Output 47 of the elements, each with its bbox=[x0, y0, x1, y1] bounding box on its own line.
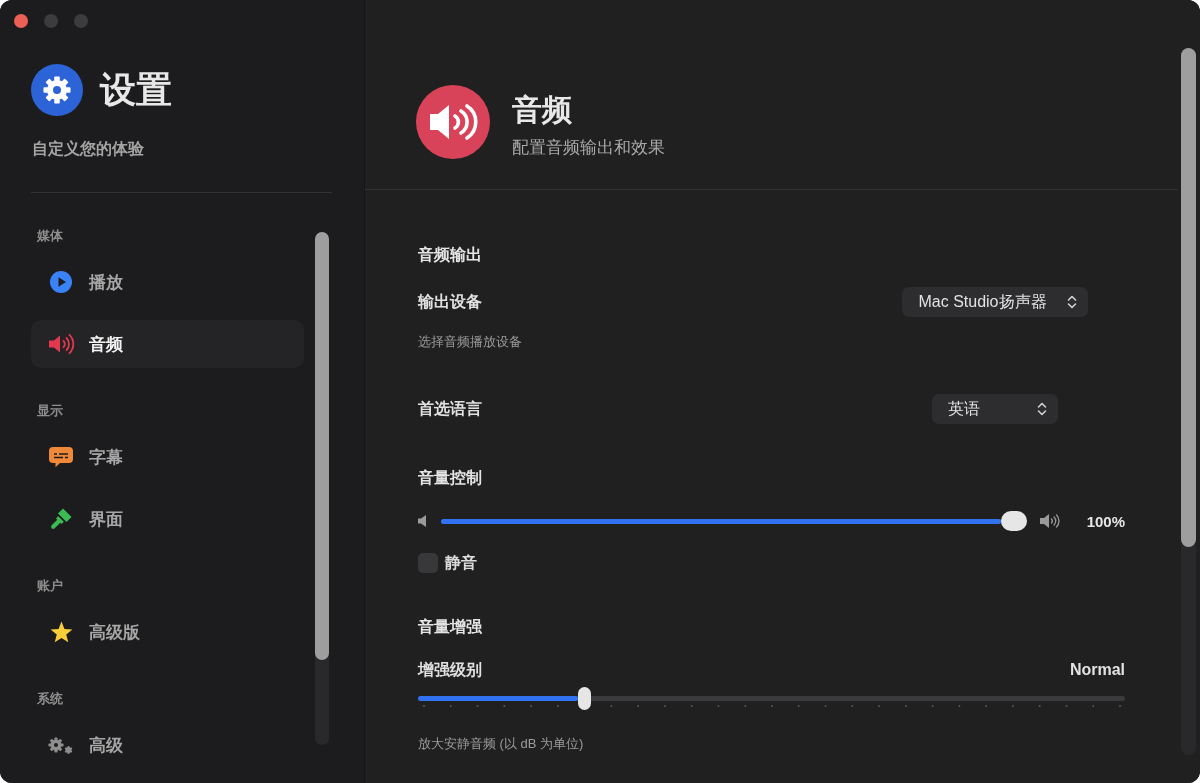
setting-label: 增强级别 bbox=[418, 660, 482, 680]
speaker-icon bbox=[418, 515, 428, 527]
sidebar-item[interactable]: 字幕 bbox=[31, 433, 304, 481]
page-title: 音频 bbox=[512, 92, 572, 128]
section-heading: 音频输出 bbox=[418, 245, 482, 265]
updown-chevron-icon bbox=[1037, 401, 1047, 417]
setting-label: 输出设备 bbox=[418, 292, 482, 312]
speech-bubble-icon bbox=[49, 446, 73, 468]
gears-icon bbox=[48, 735, 74, 755]
sidebar-item[interactable]: 播放 bbox=[31, 258, 304, 306]
close-button[interactable] bbox=[14, 14, 28, 28]
setting-label: 首选语言 bbox=[418, 399, 482, 419]
sidebar-section-heading: 媒体 bbox=[37, 227, 63, 245]
scrollbar[interactable] bbox=[315, 232, 329, 745]
sidebar-item[interactable]: 界面 bbox=[31, 495, 304, 543]
scrollbar-thumb[interactable] bbox=[315, 232, 329, 660]
speaker-icon bbox=[47, 333, 75, 355]
play-icon bbox=[50, 271, 72, 293]
gear-icon bbox=[31, 64, 83, 116]
level-reading: Normal bbox=[1069, 661, 1125, 679]
hint-text: 放大安静音频 (以 dB 为单位) bbox=[418, 735, 584, 753]
dropdown[interactable]: Mac Studio扬声器 bbox=[902, 287, 1088, 317]
checkbox[interactable] bbox=[418, 553, 438, 573]
section-heading: 音量控制 bbox=[418, 468, 482, 488]
star-icon bbox=[49, 621, 73, 643]
updown-chevron-icon bbox=[1066, 294, 1077, 310]
page-subtitle: 配置音频输出和效果 bbox=[512, 137, 665, 159]
dropdown[interactable]: 英语 bbox=[932, 394, 1058, 424]
scrollbar[interactable] bbox=[1181, 48, 1196, 755]
app-title: 设置 bbox=[100, 68, 172, 112]
section-heading: 音量增强 bbox=[418, 617, 482, 637]
paintbrush-icon bbox=[50, 508, 72, 530]
sidebar-section-heading: 账户 bbox=[37, 577, 63, 595]
sidebar-item[interactable]: 音频 bbox=[31, 320, 304, 368]
hint-text: 选择音频播放设备 bbox=[418, 333, 522, 351]
speaker-loud-icon bbox=[1040, 513, 1060, 529]
sidebar-section-heading: 显示 bbox=[37, 402, 63, 420]
slider-thumb[interactable] bbox=[1001, 511, 1027, 531]
sidebar-item[interactable]: 高级版 bbox=[31, 608, 304, 656]
sidebar-section-heading: 系统 bbox=[37, 690, 63, 708]
slider-thumb[interactable] bbox=[577, 687, 591, 710]
checkbox-label: 静音 bbox=[445, 553, 477, 573]
speaker-icon bbox=[416, 85, 490, 159]
scrollbar-thumb[interactable] bbox=[1181, 48, 1196, 547]
app-subtitle: 自定义您的体验 bbox=[32, 139, 144, 159]
sidebar-item[interactable]: 高级 bbox=[31, 721, 304, 769]
volume-reading: 100% bbox=[1085, 512, 1125, 530]
